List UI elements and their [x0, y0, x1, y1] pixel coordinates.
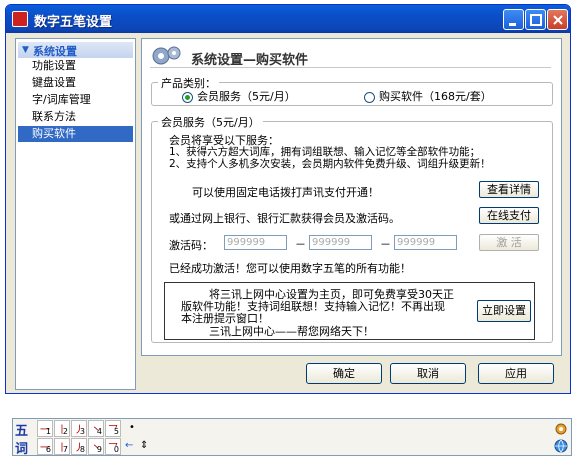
ime-back-arrow-icon[interactable]: ←: [125, 440, 133, 451]
browser-globe-icon[interactable]: [554, 439, 568, 453]
radio-member-service[interactable]: 会员服务（5元/月）: [182, 88, 296, 104]
radio-unselected-icon: [364, 91, 375, 103]
member-service-legend: 会员服务（5元/月）: [158, 114, 263, 130]
settings-gear-icon[interactable]: [554, 422, 568, 436]
activation-code-field-3[interactable]: 999999: [394, 235, 457, 250]
maximize-icon: [530, 14, 542, 26]
activation-code-field-1[interactable]: 999999: [224, 235, 287, 250]
cancel-button[interactable]: 取消: [390, 363, 466, 384]
minimize-icon: [509, 23, 516, 26]
ime-toolbar: 五 词 一1 丨2 丿3 丶4 乛5 • 一6 丨7 丿8 丶9 乛0 ← ⇕: [12, 418, 572, 457]
activate-button[interactable]: 激 活: [479, 234, 539, 251]
homepage-promo-box: 将三讯上网中心设置为主页，即可免费享受30天正 版软件功能！支持词组联想！支持输…: [164, 282, 535, 340]
close-button[interactable]: [547, 9, 568, 30]
promo-line: 三讯上网中心——帮您网络天下！: [209, 325, 374, 338]
apply-button[interactable]: 应用: [478, 363, 554, 384]
activation-status: 已经成功激活！您可以使用数字五笔的所有功能！: [169, 262, 411, 275]
code-separator: －: [380, 238, 391, 251]
minimize-button[interactable]: [503, 9, 524, 30]
app-icon: [12, 11, 28, 27]
header-divider: [150, 67, 551, 68]
gears-icon: [152, 46, 181, 65]
setup-now-button[interactable]: 立即设置: [477, 300, 531, 322]
maximize-button[interactable]: [525, 9, 546, 30]
ime-stroke-key[interactable]: 丨2: [54, 420, 70, 437]
ime-dot-symbol[interactable]: •: [129, 422, 135, 433]
ime-stroke-key[interactable]: 乛0: [105, 438, 121, 455]
sidebar-item-contact[interactable]: 联系方法: [18, 109, 133, 125]
ime-logo[interactable]: 五 词: [13, 419, 37, 457]
code-separator: －: [295, 238, 306, 251]
sidebar-item-dictionary[interactable]: 字/词库管理: [18, 92, 133, 108]
ime-stroke-key[interactable]: 一6: [37, 438, 53, 455]
window-title: 数字五笔设置: [34, 15, 113, 30]
page-title: 系统设置—购买软件: [191, 53, 309, 68]
benefit-2: 2、支持个人多机多次安装，会员期内软件免费升级、词组升级更新！: [169, 158, 491, 170]
title-bar[interactable]: 数字五笔设置: [6, 5, 570, 33]
settings-window: 数字五笔设置 ▼ 系统设置 功能设置 键盘设置 字/词库管理 联系方法 购买软件…: [5, 4, 571, 394]
ime-stroke-key[interactable]: 丶4: [88, 420, 104, 437]
ime-stroke-key[interactable]: 乛5: [105, 420, 121, 437]
ok-button[interactable]: 确定: [306, 363, 382, 384]
ime-updown-icon[interactable]: ⇕: [140, 440, 148, 451]
product-type-group: 产品类别： 会员服务（5元/月） 购买软件（168元/套）: [151, 75, 553, 106]
member-service-group: 会员服务（5元/月） 会员将享受以下服务： 1、获得六方超大词库，拥有词组联想、…: [151, 114, 553, 343]
ime-stroke-key[interactable]: 丨7: [54, 438, 70, 455]
phone-pay-text: 可以使用固定电话拨打声讯支付开通！: [192, 186, 379, 199]
online-pay-button[interactable]: 在线支付: [479, 207, 539, 224]
purchase-panel: 系统设置—购买软件 产品类别： 会员服务（5元/月） 购买软件（168元/套） …: [141, 38, 562, 356]
sidebar-item-keyboard[interactable]: 键盘设置: [18, 75, 133, 91]
activation-code-field-2[interactable]: 999999: [309, 235, 372, 250]
sidebar-item-function[interactable]: 功能设置: [18, 58, 133, 74]
ime-stroke-key[interactable]: 一1: [37, 420, 53, 437]
ime-stroke-key[interactable]: 丿3: [71, 420, 87, 437]
settings-sidebar: ▼ 系统设置 功能设置 键盘设置 字/词库管理 联系方法 购买软件: [15, 38, 136, 390]
activation-code-label: 激活码：: [169, 239, 213, 252]
radio-selected-icon: [182, 91, 193, 103]
close-icon: [553, 15, 563, 25]
radio-buy-software[interactable]: 购买软件（168元/套）: [364, 88, 492, 104]
sidebar-item-purchase[interactable]: 购买软件: [18, 126, 133, 142]
sidebar-section-header[interactable]: ▼ 系统设置: [18, 42, 133, 58]
ime-stroke-key[interactable]: 丿8: [71, 438, 87, 455]
collapse-arrow-icon: ▼: [22, 45, 29, 55]
ime-stroke-key[interactable]: 丶9: [88, 438, 104, 455]
online-pay-text: 或通过网上银行、银行汇款获得会员及激活码。: [169, 212, 400, 225]
view-details-button[interactable]: 查看详情: [479, 181, 539, 198]
